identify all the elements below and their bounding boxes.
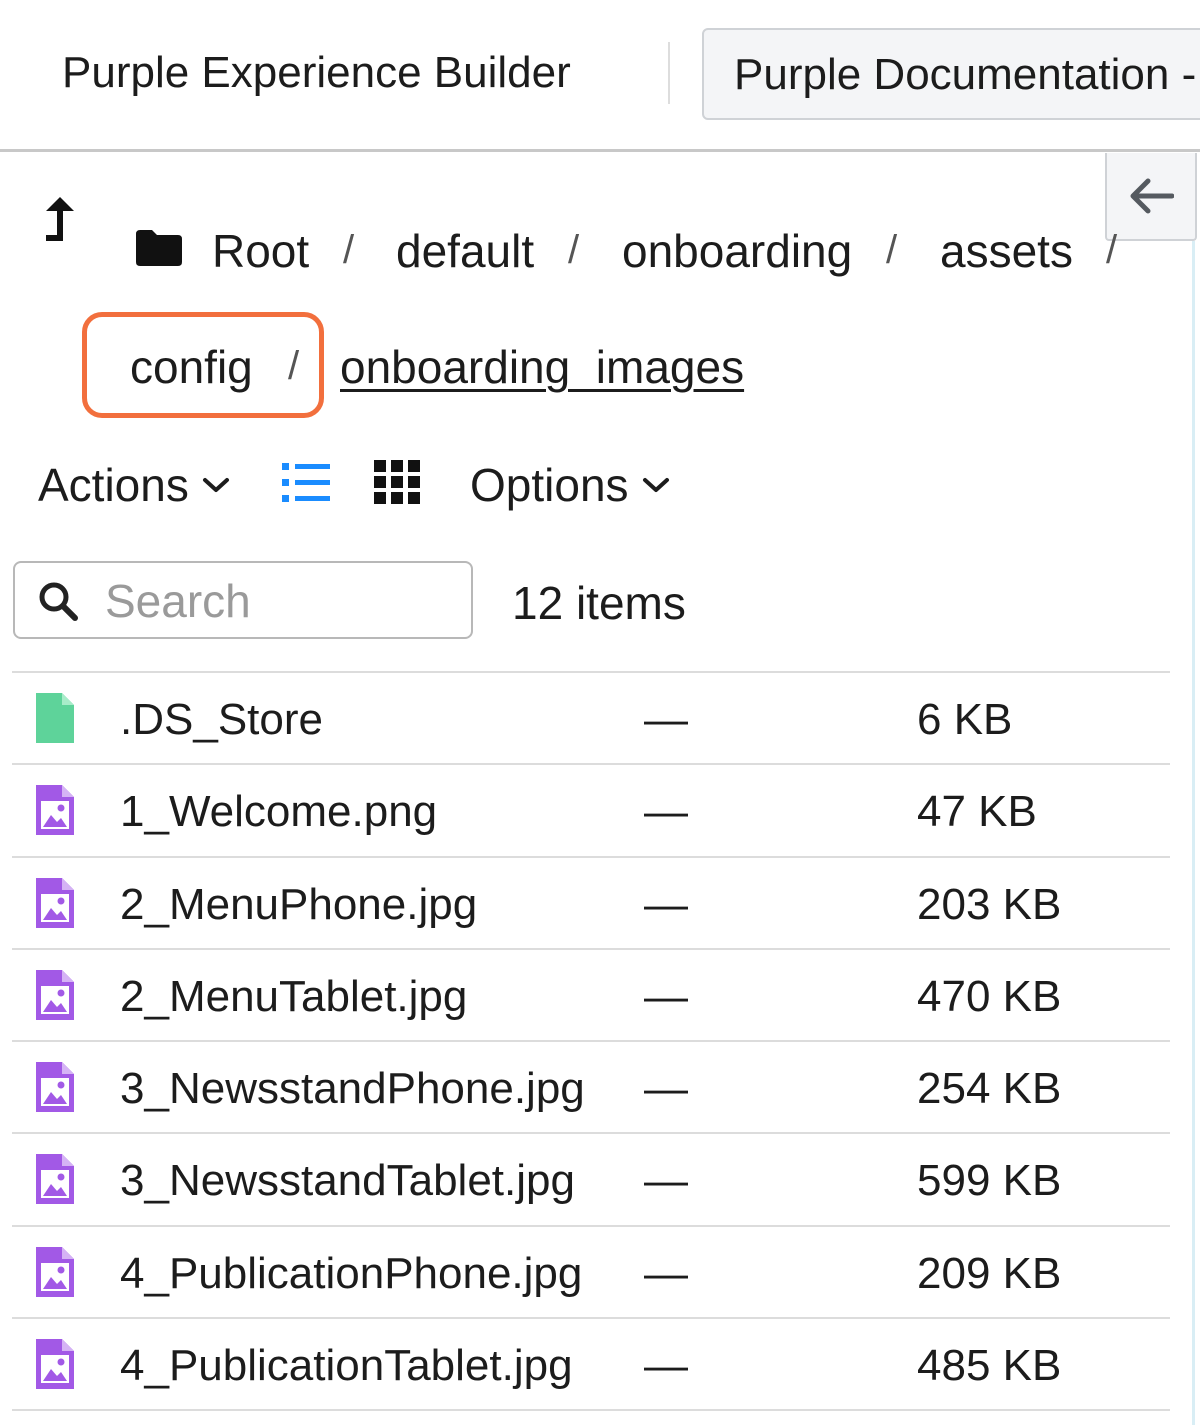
file-name: 4_PublicationPhone.jpg — [120, 1248, 583, 1298]
file-modified: — — [644, 695, 688, 744]
grid-view-icon[interactable] — [374, 460, 420, 504]
options-menu-button[interactable]: Options — [470, 458, 671, 512]
tab-divider — [668, 42, 670, 104]
chevron-down-icon — [642, 478, 669, 492]
breadcrumb-separator: / — [1106, 228, 1118, 272]
file-size: 203 KB — [917, 879, 1062, 929]
actions-menu-button[interactable]: Actions — [38, 458, 231, 512]
breadcrumb-separator: / — [288, 344, 300, 388]
file-row[interactable]: 4_PublicationTablet.jpg — 485 KB — [12, 1319, 1170, 1412]
tab-documentation-label: Purple Documentation - A — [734, 50, 1200, 99]
file-name: 4_PublicationTablet.jpg — [120, 1341, 573, 1391]
file-row[interactable]: .DS_Store — 6 KB — [12, 673, 1170, 766]
breadcrumb-assets[interactable]: assets — [940, 224, 1073, 278]
file-row[interactable]: 3_NewsstandPhone.jpg — 254 KB — [12, 1042, 1170, 1135]
tab-documentation[interactable]: Purple Documentation - A — [702, 28, 1200, 120]
image-file-icon — [36, 1339, 74, 1390]
file-name: .DS_Store — [120, 695, 323, 744]
file-size: 47 KB — [917, 787, 1037, 837]
chevron-down-icon — [202, 478, 229, 492]
file-modified: — — [644, 1156, 688, 1206]
breadcrumb-config[interactable]: config — [130, 340, 253, 394]
search-input[interactable] — [105, 573, 455, 629]
file-name: 2_MenuPhone.jpg — [120, 879, 478, 929]
actions-label: Actions — [38, 459, 189, 511]
arrow-left-icon — [1130, 178, 1174, 214]
file-row[interactable]: 4_PublicationPhone.jpg — 209 KB — [12, 1227, 1170, 1320]
file-size: 209 KB — [917, 1248, 1062, 1298]
folder-icon — [136, 230, 182, 266]
list-view-icon[interactable] — [282, 462, 330, 504]
image-file-icon — [36, 1246, 74, 1297]
breadcrumb-default[interactable]: default — [396, 224, 534, 278]
file-modified: — — [644, 1248, 688, 1298]
file-size: 485 KB — [917, 1341, 1062, 1391]
image-file-icon — [36, 1154, 74, 1205]
file-modified: — — [644, 787, 688, 837]
breadcrumb-separator: / — [886, 228, 898, 272]
parent-folder-icon[interactable] — [40, 195, 80, 251]
file-size: 254 KB — [917, 1064, 1062, 1114]
file-size: 470 KB — [917, 971, 1062, 1021]
file-modified: — — [644, 971, 688, 1021]
image-file-icon — [36, 969, 74, 1020]
file-name: 3_NewsstandPhone.jpg — [120, 1064, 585, 1114]
file-row[interactable]: 2_MenuTablet.jpg — 470 KB — [12, 950, 1170, 1043]
item-count: 12 items — [512, 577, 686, 629]
panel-edge — [1192, 241, 1195, 1425]
file-modified: — — [644, 1341, 688, 1391]
file-row[interactable]: 2_MenuPhone.jpg — 203 KB — [12, 858, 1170, 950]
file-size: 599 KB — [917, 1156, 1062, 1206]
file-modified: — — [644, 1064, 688, 1114]
image-file-icon — [36, 785, 74, 836]
breadcrumb-onboarding[interactable]: onboarding — [622, 224, 852, 278]
file-name: 2_MenuTablet.jpg — [120, 971, 468, 1021]
file-modified: — — [644, 879, 688, 929]
breadcrumb-separator: / — [568, 228, 580, 272]
search-icon — [39, 582, 78, 621]
breadcrumb-current-folder[interactable]: onboarding_images — [340, 340, 744, 394]
options-label: Options — [470, 459, 629, 511]
file-row[interactable]: 3_NewsstandTablet.jpg — 599 KB — [12, 1134, 1170, 1227]
image-file-icon — [36, 1062, 74, 1113]
file-list: .DS_Store — 6 KB 1_Welcome.png — 47 KB 2… — [12, 671, 1170, 1412]
image-file-icon — [36, 877, 74, 928]
search-box[interactable] — [13, 561, 473, 639]
tab-bar: Purple Experience Builder Purple Documen… — [0, 0, 1200, 152]
file-size: 6 KB — [917, 695, 1013, 744]
file-icon — [36, 693, 74, 743]
file-name: 1_Welcome.png — [120, 787, 438, 837]
breadcrumb-separator: / — [343, 228, 355, 272]
breadcrumb-root[interactable]: Root — [212, 224, 309, 278]
file-name: 3_NewsstandTablet.jpg — [120, 1156, 575, 1206]
file-row[interactable]: 1_Welcome.png — 47 KB — [12, 765, 1170, 858]
tab-experience-builder[interactable]: Purple Experience Builder — [62, 48, 571, 98]
collapse-panel-button[interactable] — [1105, 153, 1197, 241]
